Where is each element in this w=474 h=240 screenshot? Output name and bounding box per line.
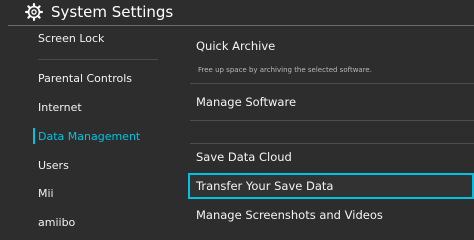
sidebar-item-internet[interactable]: Internet [38,101,82,115]
menu-item-manage-software[interactable]: Manage Software [196,95,296,110]
menu-divider [190,120,474,121]
menu-item-transfer-save-data[interactable]: Transfer Your Save Data [196,179,333,194]
sidebar-item-mii[interactable]: Mii [38,187,54,201]
page-title: System Settings [51,3,174,21]
menu-divider [190,143,474,144]
menu-item-manage-screenshots[interactable]: Manage Screenshots and Videos [196,208,383,223]
sidebar-active-indicator [33,128,35,144]
menu-divider [190,83,474,84]
header-bar: System Settings [0,0,474,25]
sidebar: Screen Lock Parental Controls Internet D… [0,26,175,237]
sidebar-item-screen-lock[interactable]: Screen Lock [38,32,104,46]
menu-item-save-data-cloud[interactable]: Save Data Cloud [196,150,292,165]
settings-panel: Quick Archive Free up space by archiving… [176,26,474,237]
gear-icon [25,3,44,21]
sidebar-item-parental-controls[interactable]: Parental Controls [38,72,132,86]
sidebar-item-amiibo[interactable]: amiibo [38,216,75,230]
sidebar-item-users[interactable]: Users [38,159,69,173]
sidebar-item-data-management[interactable]: Data Management [38,130,140,144]
sidebar-divider [38,59,158,60]
menu-item-description: Free up space by archiving the selected … [198,66,372,74]
menu-item-quick-archive[interactable]: Quick Archive [196,39,275,54]
